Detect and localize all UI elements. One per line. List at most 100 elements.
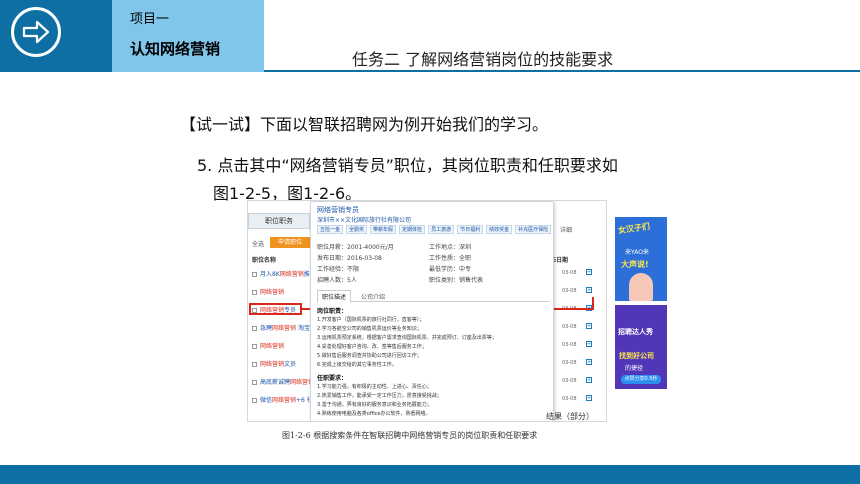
tab-company-intro[interactable]: 公司介绍 [361,292,385,301]
step-text-line1: 5. 点击其中“网络营销专员”职位，其岗位职责和任职要求如 [197,156,618,175]
job-keyword: 网络营销 [272,397,297,404]
popup-job-title[interactable]: 网络营销专员 [317,205,359,215]
job-keyword: 网络营销 [279,271,304,278]
figure-caption: 图1-2-6 根据搜索条件在智联招聘中网络营销专员的岗位职责和任职要求 [282,431,538,440]
detail-toggle[interactable]: 详细 [560,225,572,234]
row-checkbox[interactable] [252,344,257,349]
requirement-item: 3.善于沟通，弄有良好的服务意识和业务拓展能力； [317,402,432,408]
requirement-item: 1.学习能力强，有积极的主动性、上进心、责任心； [317,384,432,390]
info-date: 发布日期：2016-03-08 [317,255,382,262]
publish-date: 03-08 [562,288,577,294]
row-checkbox[interactable] [252,380,257,385]
ad2-button[interactable]: 点赞分享0.5秒 [621,375,661,384]
row-checkbox[interactable] [252,326,257,331]
info-education: 最低学历：中专 [429,266,472,273]
ad1-title: 女汉子们 [617,221,651,236]
ad-banner-bottom[interactable]: 招聘达人秀 找到好公司 的捷径 点赞分享0.5秒 [615,305,667,389]
expand-icon[interactable]: + [586,323,592,329]
requirement-item: 4.熟练使用电脑及各类office办公软件，熟悉网络。 [317,411,431,417]
publish-date: 03-08 [562,360,577,366]
tab-job-description[interactable]: 职位描述 [317,290,352,303]
apply-job-button[interactable]: 申请职位 [270,237,310,248]
partial-result-caption: 结果（部分） [546,412,594,421]
benefit-tag: 定期体检 [399,225,426,234]
footer-bar [0,465,860,484]
info-type: 工作性质：全职 [429,255,472,262]
job-search-screenshot: 职位职务 详细 全选 申请职位 职位名称 发布日期 月入8K网络营销推广主 网络… [247,200,607,422]
popup-company[interactable]: 深圳市××文化国际旅行社有限公司 [317,215,411,224]
job-suffix: 淘宝 [296,325,310,332]
expand-icon[interactable]: + [586,341,592,347]
project-label: 项目一 [130,12,170,27]
task-title: 任务二 了解网络营销岗位的技能要求 [352,50,614,69]
row-checkbox[interactable] [252,362,257,367]
row-checkbox[interactable] [252,398,257,403]
duty-item: 1.开发客户（国际机票的旅行社同行，直客等）； [317,317,425,323]
header-divider [264,70,860,72]
try-it-text: 【试一试】下面以智联招聘网为例开始我们的学习。 [180,115,549,134]
info-headcount: 招聘人数：5人 [317,277,357,284]
duty-item: 6.完成上级交给的其它事务性工作。 [317,362,397,368]
requirement-item: 2.热爱销售工作，能承受一定工作压力，愿意接受挑战； [317,393,442,399]
publish-date: 03-08 [562,270,577,276]
job-keyword: 网络营销 [260,343,285,350]
benefit-tag: 五险一金 [317,225,344,234]
arrow-circle-icon [11,7,61,57]
info-location: 工作地点：深圳 [429,244,472,251]
select-all-checkbox[interactable]: 全选 [252,239,264,248]
publish-date: 03-08 [562,342,577,348]
job-row[interactable]: 微信网络营销+6 社区 [252,395,319,404]
requirement-heading: 任职要求： [317,375,348,382]
publish-date: 03-08 [562,378,577,384]
ad-banner-top[interactable]: 女汉子们 来YAO来 大声说! [615,217,667,301]
duty-item: 2.学习各航空公司的销售机票运价等业务知识； [317,326,422,332]
job-prefix: 月入8K [260,271,280,278]
info-experience: 工作经验：不限 [317,266,360,273]
publish-date: 03-08 [562,324,577,330]
job-row[interactable]: 网络营销文员 [252,359,296,368]
info-salary: 职位月薪：2001-4000元/月 [317,244,394,251]
benefit-tag: 补充医疗保险 [515,225,552,234]
ad2-main-text: 找到好公司 [619,352,654,360]
job-keyword: 网络营销 [272,325,297,332]
ad1-subtitle: 来YAO来 [625,249,649,256]
tab-job[interactable]: 职位职务 [248,213,310,229]
job-prefix: 急聘 [260,325,273,332]
benefit-tag: 全勤奖 [346,225,368,234]
expand-icon[interactable]: + [586,377,592,383]
job-row[interactable]: 高底薪诚聘网络营销 [252,377,314,386]
benefit-tag: 员工旅游 [428,225,455,234]
header-dark-block [0,0,112,72]
ad2-title: 招聘达人秀 [618,328,653,336]
topic-title: 认知网络营销 [130,40,221,58]
expand-icon[interactable]: + [586,287,592,293]
job-row[interactable]: 急聘网络营销 淘宝 [252,323,310,332]
highlight-connector-vertical [592,297,594,310]
row-checkbox[interactable] [252,290,257,295]
duty-item: 4.妥善处理好客户咨询、改、签等售后服务工作； [317,344,427,350]
job-keyword: 网络营销 [260,289,285,296]
row-checkbox[interactable] [252,272,257,277]
expand-icon[interactable]: + [586,395,592,401]
job-keyword: 网络营销 [260,361,285,368]
benefit-tag: 带薪年假 [370,225,397,234]
job-suffix: 文员 [284,361,297,368]
benefit-tag: 绩效奖金 [486,225,513,234]
benefit-tag: 节日福利 [457,225,484,234]
expand-icon[interactable]: + [586,359,592,365]
popup-tabs: 职位描述 公司介绍 [317,290,549,303]
col-job-name: 职位名称 [252,257,277,264]
ad2-subtitle: 的捷径 [625,365,644,372]
duty-item: 5.做好售后服务调查并协助公司进行回访工作； [317,353,422,359]
expand-icon[interactable]: + [586,269,592,275]
job-row[interactable]: 网络营销 [252,341,284,350]
benefit-tags: 五险一金 全勤奖 带薪年假 定期体检 员工旅游 节日福利 绩效奖金 补充医疗保险 [317,225,552,234]
info-category: 职位类别：销售代表 [429,277,484,284]
right-arrow-icon [22,20,50,44]
job-prefix: 高底薪诚聘 [260,379,291,386]
job-row[interactable]: 网络营销 [252,287,284,296]
job-detail-popup: 网络营销专员 深圳市××文化国际旅行社有限公司 五险一金 全勤奖 带薪年假 定期… [310,201,554,421]
publish-date: 03-08 [562,396,577,402]
ad1-person-image [629,273,653,301]
job-prefix: 微信 [260,397,273,404]
